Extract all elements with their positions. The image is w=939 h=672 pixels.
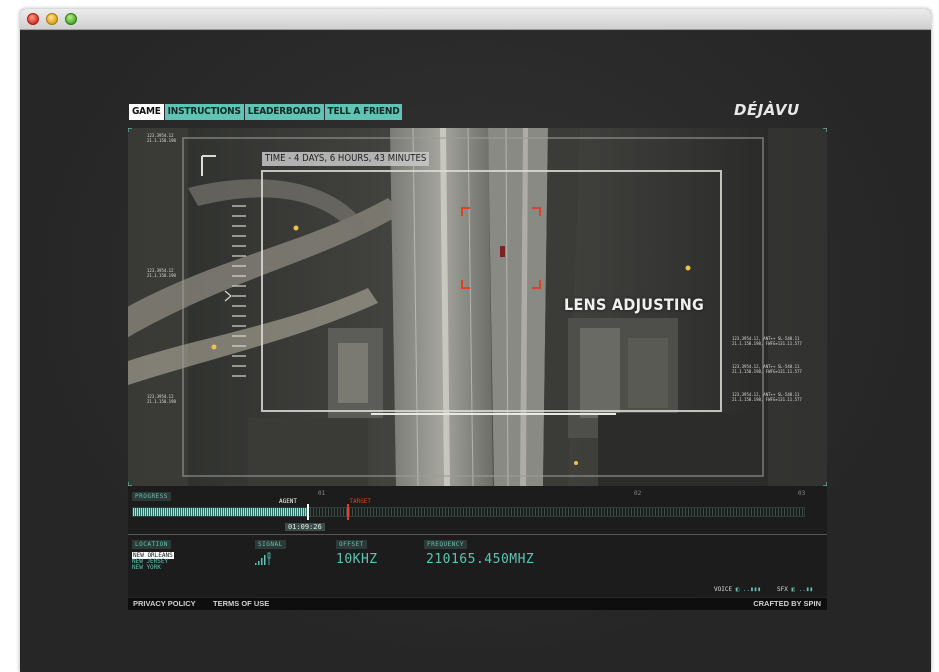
sfx-label: SFX <box>777 586 788 593</box>
nav-game[interactable]: GAME <box>129 104 164 120</box>
frequency-value: 210165.450MHZ <box>426 552 535 567</box>
sfx-control[interactable]: SFX ◧ ..▮▮ <box>777 586 813 593</box>
coord-readout: 123.3954.12, ANT++ SL-548.11 21.1.158.19… <box>732 336 802 346</box>
title-bar <box>20 9 931 30</box>
privacy-policy-link[interactable]: PRIVACY POLICY <box>133 599 196 608</box>
browser-window: GAME INSTRUCTIONS LEADERBOARD TELL A FRI… <box>20 9 931 672</box>
signal-icon <box>255 552 271 565</box>
coord-readout: 123.3954.12 21.1.158.198 <box>147 133 176 143</box>
target-label: TARGET <box>349 498 372 505</box>
time-remaining-banner: TIME - 4 DAYS, 6 HOURS, 43 MINUTES <box>262 152 430 166</box>
volume-icon: ◧ ..▮▮▮ <box>735 586 761 593</box>
progress-fill <box>133 508 308 516</box>
progress-tick: 03 <box>798 490 806 497</box>
nav-tell-a-friend[interactable]: TELL A FRIEND <box>324 104 403 120</box>
progress-tick: 01 <box>318 490 326 497</box>
agent-label: AGENT <box>278 498 298 505</box>
close-window-button[interactable] <box>27 13 39 25</box>
progress-label: PROGRESS <box>132 492 171 501</box>
progress-tick: 02 <box>634 490 642 497</box>
coord-readout: 123.3954.12 21.1.158.198 <box>147 268 176 278</box>
crafted-by-spin-link[interactable]: CRAFTED BY SPIN <box>753 599 821 608</box>
dejavu-logo: DÉJÀVU <box>734 101 800 119</box>
coord-readout: 123.3954.12, ANT++ SL-548.11 21.1.158.19… <box>732 392 802 402</box>
target-marker <box>347 504 350 520</box>
frequency-label: FREQUENCY <box>424 540 468 549</box>
footer: PRIVACY POLICY TERMS OF USE CRAFTED BY S… <box>128 598 827 610</box>
offset-value: 10KHZ <box>336 552 378 567</box>
control-panel: PROGRESS 01 02 03 AGENT TARGET 01:09:26 … <box>128 486 827 597</box>
location-label: LOCATION <box>132 540 171 549</box>
agent-marker[interactable] <box>306 504 309 520</box>
voice-control[interactable]: VOICE ◧ ..▮▮▮ <box>714 586 761 593</box>
coord-readout: 123.3954.12, ANT++ SL-548.11 21.1.158.19… <box>732 364 802 374</box>
signal-label: SIGNAL <box>255 540 286 549</box>
voice-label: VOICE <box>714 586 733 593</box>
divider <box>128 534 827 535</box>
location-list: NEW ORLEANS NEW JERSEY NEW YORK <box>132 552 174 571</box>
location-option[interactable]: NEW YORK <box>132 565 174 571</box>
elapsed-time: 01:09:26 <box>284 523 325 531</box>
nav-instructions[interactable]: INSTRUCTIONS <box>164 104 244 120</box>
aerial-scene <box>128 128 827 486</box>
page: GAME INSTRUCTIONS LEADERBOARD TELL A FRI… <box>20 31 931 672</box>
maximize-window-button[interactable] <box>65 13 77 25</box>
minimize-window-button[interactable] <box>46 13 58 25</box>
surveillance-viewport[interactable]: 123.3954.12 21.1.158.198 123.3954.12 21.… <box>128 128 827 486</box>
progress-track <box>132 507 805 517</box>
coord-readout: 123.3954.12 21.1.158.198 <box>147 394 176 404</box>
lens-status: LENS ADJUSTING <box>564 295 705 314</box>
main-nav: GAME INSTRUCTIONS LEADERBOARD TELL A FRI… <box>129 104 403 120</box>
volume-icon: ◧ ..▮▮ <box>791 586 814 593</box>
terms-of-use-link[interactable]: TERMS OF USE <box>213 599 269 608</box>
offset-label: OFFSET <box>336 540 367 549</box>
nav-leaderboard[interactable]: LEADERBOARD <box>244 104 324 120</box>
